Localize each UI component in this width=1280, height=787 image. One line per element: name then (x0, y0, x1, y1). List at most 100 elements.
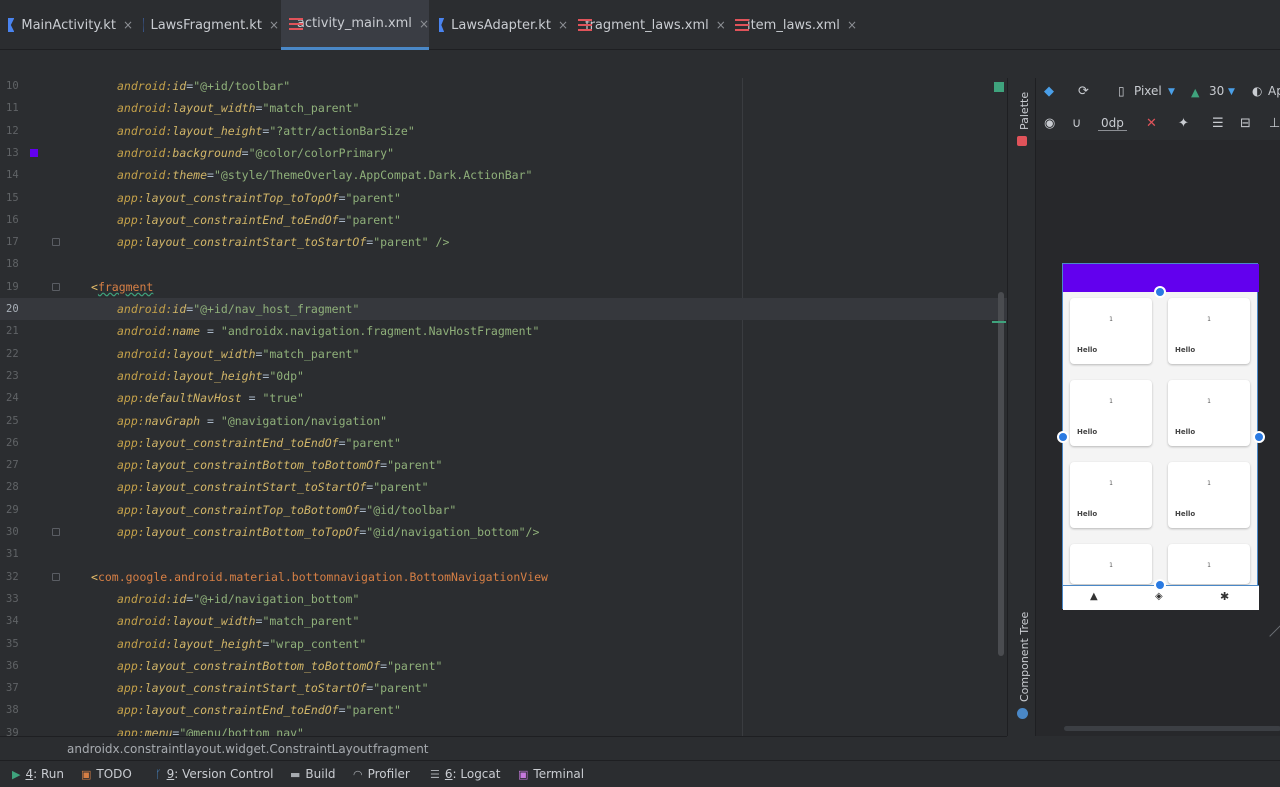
code-text[interactable]: <fragment (91, 276, 153, 298)
tab-item-laws[interactable]: item_laws.xml × (727, 0, 857, 50)
design-horizontal-scrollbar[interactable] (1064, 726, 1280, 731)
code-line[interactable]: 31 (0, 543, 1007, 565)
code-line[interactable]: 28 app:layout_constraintStart_toStartOf="… (0, 476, 1007, 498)
code-text[interactable]: app:layout_constraintStart_toStartOf="pa… (117, 476, 429, 498)
tab-lawsfragment[interactable]: LawsFragment.kt × (135, 0, 279, 50)
close-icon[interactable]: × (123, 18, 133, 32)
resize-corner-icon[interactable] (1257, 611, 1280, 637)
code-line[interactable]: 21 android:name = "androidx.navigation.fr… (0, 320, 1007, 342)
pack-icon[interactable]: ☰ (1212, 116, 1224, 131)
code-text[interactable]: app:navGraph = "@navigation/navigation" (117, 410, 387, 432)
code-line[interactable]: 37 app:layout_constraintStart_toStartOf="… (0, 677, 1007, 699)
terminal-tool-button[interactable]: ▣ Terminal (518, 767, 584, 781)
code-text[interactable]: android:background="@color/colorPrimary" (117, 142, 394, 164)
code-line[interactable]: 39 app:menu="@menu/bottom_nav" (0, 722, 1007, 736)
code-text[interactable]: android:id="@+id/toolbar" (117, 78, 290, 97)
code-text[interactable]: <com.google.android.material.bottomnavig… (91, 566, 548, 588)
code-line[interactable]: 12 android:layout_height="?attr/actionBar… (0, 120, 1007, 142)
code-editor[interactable]: 10 android:id="@+id/toolbar" 11 android:lay… (0, 78, 1007, 736)
code-line[interactable]: 14 android:theme="@style/ThemeOverlay.App… (0, 164, 1007, 186)
code-text[interactable]: android:name = "androidx.navigation.frag… (117, 320, 539, 342)
code-line[interactable]: 26 app:layout_constraintEnd_toEndOf="pare… (0, 432, 1007, 454)
layers-icon[interactable]: ◆ (1044, 84, 1054, 99)
tab-lawsadapter[interactable]: LawsAdapter.kt × (431, 0, 568, 50)
constraint-handle-bottom[interactable] (1154, 579, 1166, 591)
code-text[interactable]: android:id="@+id/nav_host_fragment" (117, 298, 359, 320)
breadcrumb-item-fragment[interactable]: fragment (373, 742, 429, 756)
clear-constraints-icon[interactable]: ✕ (1146, 116, 1157, 131)
profiler-tool-button[interactable]: ◠ Profiler (353, 767, 410, 781)
code-line[interactable]: 35 android:layout_height="wrap_content" (0, 633, 1007, 655)
breadcrumb-item-constraintlayout[interactable]: androidx.constraintlayout.widget.Constra… (67, 742, 372, 756)
fold-marker-icon[interactable] (52, 238, 60, 247)
code-line[interactable]: 29 app:layout_constraintTop_toBottomOf="@… (0, 499, 1007, 521)
code-line[interactable]: 23 android:layout_height="0dp" (0, 365, 1007, 387)
code-text[interactable]: app:layout_constraintEnd_toEndOf="parent… (117, 699, 401, 721)
code-line[interactable]: 38 app:layout_constraintEnd_toEndOf="pare… (0, 699, 1007, 721)
constraint-handle-right[interactable] (1253, 431, 1265, 443)
code-line[interactable]: 20 android:id="@+id/nav_host_fragment" (0, 298, 1007, 320)
code-text[interactable]: app:layout_constraintBottom_toBottomOf="… (117, 454, 442, 476)
code-text[interactable]: android:theme="@style/ThemeOverlay.AppCo… (117, 164, 532, 186)
code-line[interactable]: 13 android:background="@color/colorPrimar… (0, 142, 1007, 164)
code-line[interactable]: 30 app:layout_constraintBottom_toTopOf="@… (0, 521, 1007, 543)
code-line[interactable]: 10 android:id="@+id/toolbar" (0, 78, 1007, 97)
close-icon[interactable]: × (269, 18, 279, 32)
code-line[interactable]: 19 <fragment (0, 276, 1007, 298)
code-text[interactable]: android:layout_width="match_parent" (117, 343, 359, 365)
code-line[interactable]: 22 android:layout_width="match_parent" (0, 343, 1007, 365)
code-line[interactable]: 15 app:layout_constraintTop_toTopOf="pare… (0, 187, 1007, 209)
code-text[interactable]: app:menu="@menu/bottom_nav" (117, 722, 304, 736)
fold-marker-icon[interactable] (52, 528, 60, 536)
code-text[interactable]: app:layout_constraintStart_toStartOf="pa… (117, 677, 429, 699)
code-line[interactable]: 11 android:layout_width="match_parent" (0, 97, 1007, 119)
code-line[interactable]: 24 app:defaultNavHost = "true" (0, 387, 1007, 409)
code-text[interactable]: android:layout_height="?attr/actionBarSi… (117, 120, 415, 142)
run-tool-button[interactable]: ▶ 4: Run (12, 767, 64, 781)
code-text[interactable]: app:layout_constraintEnd_toEndOf="parent… (117, 432, 401, 454)
close-icon[interactable]: × (716, 18, 726, 32)
component-tree-toggle[interactable]: Component Tree (1018, 612, 1031, 702)
code-text[interactable]: android:layout_height="wrap_content" (117, 633, 366, 655)
close-icon[interactable]: × (558, 18, 568, 32)
api-level-selector[interactable]: 30 (1209, 84, 1224, 98)
code-text[interactable]: app:layout_constraintStart_toStartOf="pa… (117, 231, 449, 253)
code-text[interactable]: android:layout_height="0dp" (117, 365, 304, 387)
component-tree-icon[interactable] (1017, 708, 1028, 719)
code-text[interactable]: app:layout_constraintEnd_toEndOf="parent… (117, 209, 401, 231)
magnet-icon[interactable]: ∪ (1072, 116, 1082, 131)
inspection-ok-icon[interactable] (994, 82, 1004, 92)
code-line[interactable]: 17 app:layout_constraintStart_toStartOf="… (0, 231, 1007, 253)
code-text[interactable]: app:layout_constraintBottom_toTopOf="@id… (117, 521, 539, 543)
code-line[interactable]: 16 app:layout_constraintEnd_toEndOf="pare… (0, 209, 1007, 231)
code-text[interactable]: android:layout_width="match_parent" (117, 97, 359, 119)
code-line[interactable]: 27 app:layout_constraintBottom_toBottomOf… (0, 454, 1007, 476)
orientation-icon[interactable]: ⟳ (1078, 84, 1089, 99)
code-line[interactable]: 33 android:id="@+id/navigation_bottom" (0, 588, 1007, 610)
fold-marker-icon[interactable] (52, 572, 60, 581)
tab-fragment-laws[interactable]: fragment_laws.xml × (570, 0, 726, 50)
constraint-handle-left[interactable] (1057, 431, 1069, 443)
close-icon[interactable]: × (847, 18, 857, 32)
palette-icon[interactable] (1017, 136, 1027, 146)
theme-selector[interactable]: Ap (1268, 84, 1280, 98)
todo-tool-button[interactable]: ▣ TODO (81, 767, 132, 781)
default-margin-field[interactable]: 0dp (1098, 116, 1127, 131)
code-line[interactable]: 25 app:navGraph = "@navigation/navigation… (0, 410, 1007, 432)
align-icon[interactable]: ⊟ (1240, 116, 1251, 131)
code-text[interactable]: app:layout_constraintTop_toTopOf="parent… (117, 187, 401, 209)
code-line[interactable]: 32 <com.google.android.material.bottomnav… (0, 566, 1007, 588)
version-control-tool-button[interactable]: ᚴ 9: Version Control (155, 767, 273, 781)
code-text[interactable]: android:layout_width="match_parent" (117, 610, 359, 632)
logcat-tool-button[interactable]: ☰ 6: Logcat (430, 767, 500, 781)
code-text[interactable]: app:layout_constraintTop_toBottomOf="@id… (117, 499, 456, 521)
build-tool-button[interactable]: ▬ Build (290, 767, 336, 781)
editor-vertical-scrollbar[interactable] (998, 292, 1004, 656)
close-icon[interactable]: × (419, 17, 429, 31)
eye-icon[interactable]: ◉ (1044, 116, 1055, 131)
code-line[interactable]: 34 android:layout_width="match_parent" (0, 610, 1007, 632)
code-line[interactable]: 36 app:layout_constraintBottom_toBottomOf… (0, 655, 1007, 677)
tab-mainactivity[interactable]: MainActivity.kt × (0, 0, 133, 50)
phone-preview[interactable]: 1 Hello 1 Hello 1 Hello 1 Hello 1 Hello 1 Hello 1 1 ▲… (1057, 263, 1265, 610)
tab-activity-main[interactable]: activity_main.xml × (281, 0, 429, 50)
